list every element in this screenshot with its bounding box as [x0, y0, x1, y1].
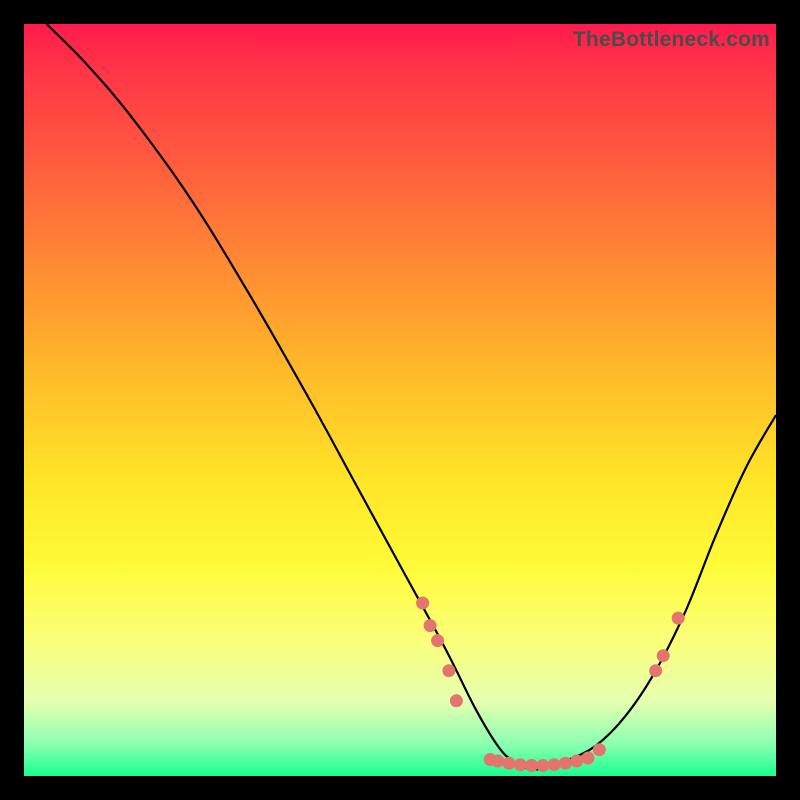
- scatter-point: [570, 755, 583, 768]
- scatter-point: [672, 612, 685, 625]
- scatter-point: [450, 694, 463, 707]
- scatter-point: [582, 752, 595, 765]
- plot-area: TheBottleneck.com: [24, 24, 776, 776]
- scatter-point: [593, 743, 606, 756]
- scatter-point: [536, 759, 549, 772]
- scatter-point: [559, 757, 572, 770]
- scatter-point: [431, 634, 444, 647]
- scatter-point: [503, 757, 516, 770]
- scatter-point: [442, 664, 455, 677]
- scatter-point: [424, 619, 437, 632]
- scatter-point: [657, 649, 670, 662]
- scatter-point: [491, 755, 504, 768]
- scatter-point: [416, 597, 429, 610]
- scatter-point: [525, 759, 538, 772]
- scatter-point: [649, 664, 662, 677]
- scatter-group: [416, 597, 685, 773]
- scatter-point: [514, 758, 527, 771]
- chart-svg: [24, 24, 776, 776]
- scatter-point: [548, 758, 561, 771]
